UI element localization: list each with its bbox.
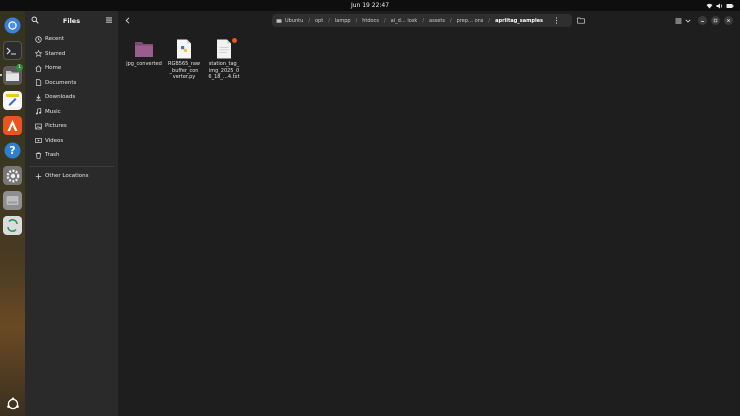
breadcrumb-prep[interactable]: prep… ons (457, 18, 484, 24)
breadcrumb-htdocs[interactable]: htdocs (362, 18, 379, 24)
sidebar-item-label: Other Locations (45, 173, 89, 179)
clock-icon (35, 35, 42, 43)
sidebar-header: Files (25, 11, 118, 31)
kebab-menu-icon[interactable] (555, 17, 558, 24)
sidebar-item-home[interactable]: Home (25, 61, 118, 75)
sidebar-item-trash[interactable]: Trash (25, 148, 118, 162)
terminal-icon[interactable] (3, 41, 22, 60)
sidebar-divider (29, 166, 114, 167)
music-icon (35, 108, 42, 115)
breadcrumb-current[interactable]: apriltag_samples (495, 18, 543, 24)
settings-icon[interactable] (3, 166, 22, 185)
file-item-python[interactable]: RGB565_raw _buffer_con verter.py (164, 39, 204, 81)
breadcrumb-ubuntu[interactable]: Ubuntu (285, 18, 303, 24)
sidebar-item-label: Videos (45, 137, 64, 144)
top-bar: Jun 19 22:47 (0, 0, 740, 11)
volume-icon (716, 3, 723, 8)
maximize-icon (713, 18, 718, 23)
battery-icon (726, 3, 734, 8)
sidebar-item-starred[interactable]: Starred (25, 47, 118, 61)
files-window: Files Recent Starred Home Documents Down… (25, 11, 740, 416)
files-icon[interactable]: 1 (3, 64, 23, 85)
trash-recycle-icon[interactable] (3, 216, 22, 235)
sidebar-item-label: Home (45, 65, 62, 71)
show-apps-icon[interactable] (3, 394, 22, 413)
wifi-icon (706, 3, 713, 8)
video-icon (35, 138, 42, 143)
drive-icon (276, 18, 282, 23)
trash-icon (35, 151, 42, 159)
breadcrumb-opt[interactable]: opt (315, 18, 323, 24)
sidebar-item-label: Trash (45, 152, 60, 158)
view-options-button[interactable] (684, 15, 692, 26)
document-icon (35, 79, 42, 86)
system-tray[interactable] (706, 0, 734, 11)
content-area[interactable]: Ubuntu / opt / lampp / htdocs / ai_d… io… (118, 11, 740, 416)
sidebar-item-downloads[interactable]: Downloads (25, 90, 118, 104)
svg-text:?: ? (9, 144, 15, 157)
list-view-icon (675, 18, 682, 23)
file-name: jpg_converted (126, 61, 162, 67)
chromium-icon[interactable] (3, 16, 22, 35)
file-item-text[interactable]: station_tag_ img_2025_0 6_18_…4.txt (204, 38, 244, 81)
python-file-icon (177, 39, 191, 59)
sidebar-item-label: Downloads (45, 94, 76, 100)
header-bar: Ubuntu / opt / lampp / htdocs / ai_d… io… (118, 11, 740, 31)
file-name: RGB565_raw _buffer_con verter.py (167, 61, 201, 80)
path-bar[interactable]: Ubuntu / opt / lampp / htdocs / ai_d… io… (272, 14, 572, 27)
close-button[interactable] (724, 16, 733, 25)
view-toggle-button[interactable] (674, 15, 683, 26)
file-name: station_tag_ img_2025_0 6_18_…4.txt (208, 61, 240, 80)
chevron-down-icon (685, 19, 691, 23)
breadcrumb-lampp[interactable]: lampp (335, 18, 351, 24)
sidebar-item-videos[interactable]: Videos (25, 134, 118, 148)
minimize-icon (701, 21, 704, 22)
chevron-left-icon (125, 17, 129, 24)
sidebar-item-pictures[interactable]: Pictures (25, 119, 118, 133)
sidebar-item-documents[interactable]: Documents (25, 76, 118, 90)
sidebar: Files Recent Starred Home Documents Down… (25, 11, 118, 416)
file-item-folder[interactable]: jpg_converted (124, 39, 164, 68)
sidebar-item-label: Documents (45, 79, 77, 86)
clock[interactable]: Jun 19 22:47 (0, 0, 740, 11)
running-indicator (0, 74, 2, 76)
notification-badge: 1 (16, 64, 23, 71)
maximize-button[interactable] (711, 16, 720, 25)
sidebar-item-recent[interactable]: Recent (25, 32, 118, 46)
text-editor-icon[interactable] (3, 91, 22, 110)
emblem-icon (232, 38, 237, 43)
sidebar-item-label: Starred (45, 50, 66, 57)
breadcrumb-ai-kiosk[interactable]: ai_d… iosk (391, 18, 418, 24)
sidebar-item-music[interactable]: Music (25, 105, 118, 119)
app-center-icon[interactable] (3, 116, 22, 135)
home-icon (35, 64, 42, 72)
sidebar-item-label: Recent (45, 36, 65, 42)
download-icon (36, 94, 41, 101)
help-icon[interactable]: ? (3, 141, 22, 160)
folder-add-icon (577, 17, 585, 24)
plus-icon (35, 173, 42, 179)
disk-icon[interactable] (3, 191, 22, 210)
minimize-button[interactable] (698, 16, 707, 25)
folder-icon (135, 42, 153, 57)
sidebar-item-label: Music (45, 108, 61, 115)
picture-icon (35, 123, 42, 129)
star-icon (35, 50, 42, 57)
back-button[interactable] (122, 15, 132, 26)
hamburger-menu-icon[interactable] (105, 16, 113, 24)
close-icon (726, 18, 731, 23)
dock: 1 ? (0, 11, 25, 416)
sidebar-item-other-locations[interactable]: Other Locations (25, 169, 118, 183)
breadcrumb-assets[interactable]: assets (429, 18, 445, 24)
sidebar-item-label: Pictures (45, 123, 67, 129)
new-folder-button[interactable] (576, 15, 586, 26)
